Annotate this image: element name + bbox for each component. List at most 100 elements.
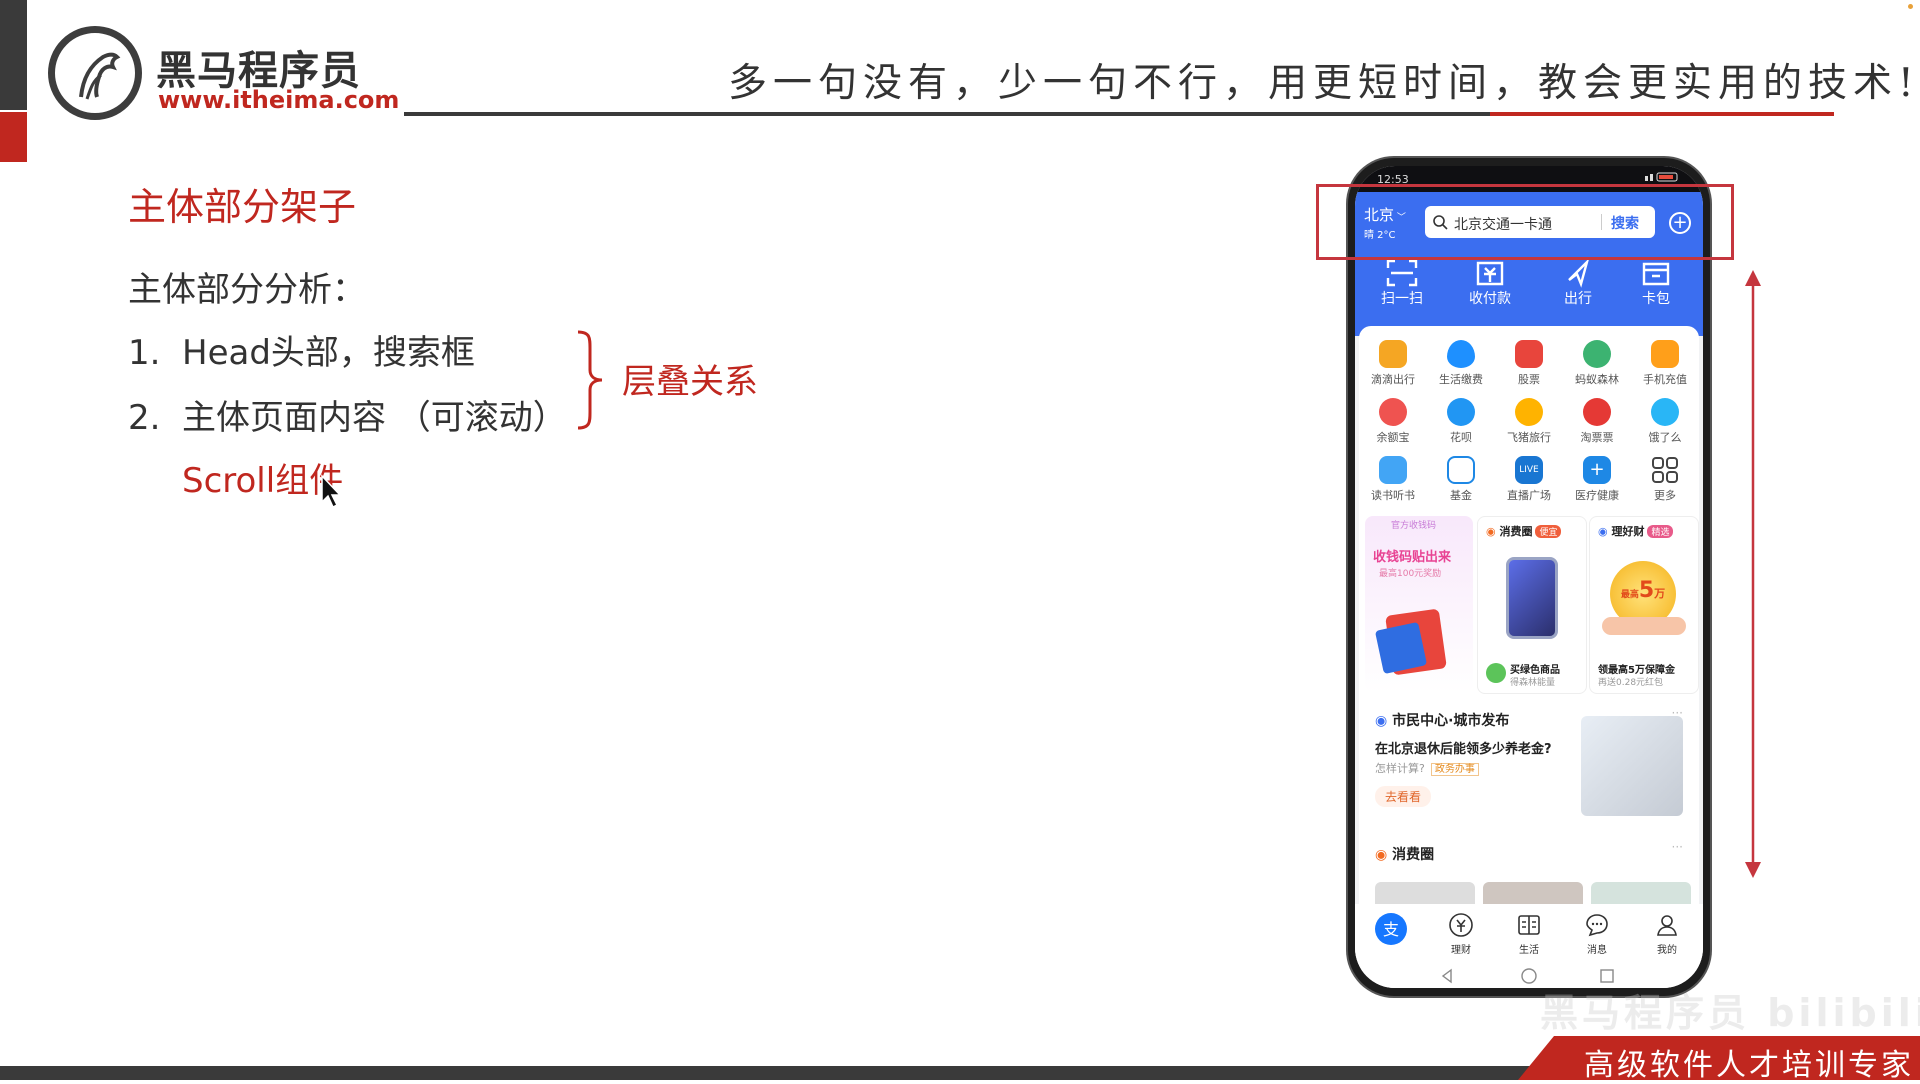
app-label: 滴滴出行	[1371, 373, 1415, 386]
live-tv-icon: LIVE	[1515, 456, 1543, 484]
app-health[interactable]: + 医疗健康	[1563, 456, 1631, 503]
tab-finance[interactable]: 理财	[1433, 912, 1489, 957]
circle-thumbnail	[1375, 882, 1475, 904]
quick-action-wallet[interactable]: 卡包	[1621, 258, 1691, 308]
news-question: 在北京退休后能领多少养老金?	[1375, 742, 1552, 757]
payment-icon	[1476, 261, 1504, 286]
app-label: 淘票票	[1580, 431, 1614, 444]
promo-top-label: 官方收钱码	[1391, 521, 1437, 531]
quick-action-travel[interactable]: 出行	[1543, 258, 1613, 308]
card-title: ◉ 消费圈	[1375, 844, 1434, 864]
app-recharge[interactable]: 手机充值	[1631, 340, 1699, 387]
promo-tag: ◉ 理好财 精选	[1598, 523, 1674, 539]
app-stocks[interactable]: 股票	[1495, 340, 1563, 387]
promo-tag: ◉ 消费圈 便宜	[1486, 523, 1562, 539]
forest-icon	[1583, 340, 1611, 368]
app-yuebao[interactable]: 余额宝	[1359, 398, 1427, 445]
promo-card-finance[interactable]: ◉ 理好财 精选 最高5万 领最高5万保障金 再送0.28元红包	[1589, 516, 1699, 694]
tab-label: 理财	[1451, 945, 1471, 956]
view-button[interactable]: 去看看	[1375, 786, 1432, 807]
app-reading[interactable]: 读书听书	[1359, 456, 1427, 503]
card-title: ◉ 市民中心·城市发布	[1375, 710, 1509, 730]
app-label: 花呗	[1450, 431, 1472, 444]
app-label: 手机充值	[1643, 373, 1687, 386]
coin-icon: ◉	[1486, 525, 1496, 538]
app-fliggy[interactable]: 飞猪旅行	[1495, 398, 1563, 445]
app-more[interactable]: 更多	[1631, 456, 1699, 503]
brand-logo: 黑马程序员 www.itheima.com	[48, 26, 399, 121]
medical-kit-icon: +	[1583, 456, 1611, 484]
app-huabei[interactable]: 花呗	[1427, 398, 1495, 445]
huabei-icon	[1447, 398, 1475, 426]
list-item-number: 2.	[128, 398, 161, 438]
app-label: 基金	[1450, 489, 1472, 502]
app-label: 读书听书	[1371, 489, 1415, 502]
smartphone-product-icon	[1506, 557, 1558, 639]
app-label: 蚂蚁森林	[1575, 373, 1619, 386]
mouse-cursor-icon	[321, 474, 342, 509]
horse-logo-icon	[48, 26, 142, 120]
book-icon	[1379, 456, 1407, 484]
scroll-range-arrow-icon	[1745, 270, 1761, 878]
list-item-number: 1.	[128, 333, 161, 373]
quick-action-label: 卡包	[1642, 291, 1670, 307]
coin-prefix: 最高	[1620, 590, 1639, 600]
app-taopiaopiao[interactable]: 淘票票	[1563, 398, 1631, 445]
promo-card-consumption[interactable]: ◉ 消费圈 便宜 买绿色商品 得森林能量	[1477, 516, 1587, 694]
promo-card-qrcode[interactable]: 官方收钱码 收钱码贴出来 最高100元奖励	[1365, 516, 1473, 692]
promo-tag-text: 消费圈	[1499, 525, 1533, 538]
promo-title: 收钱码贴出来	[1373, 550, 1452, 565]
citizen-news-card[interactable]: ◉ 市民中心·城市发布 ··· 在北京退休后能领多少养老金? 怎样计算? 政务办事…	[1365, 702, 1693, 826]
app-label: 生活缴费	[1439, 373, 1483, 386]
app-bills[interactable]: 生活缴费	[1427, 340, 1495, 387]
consumption-circle-card[interactable]: ◉ 消费圈 ···	[1365, 836, 1693, 904]
coin-amount: 5	[1638, 578, 1655, 603]
quick-action-label: 出行	[1564, 291, 1592, 307]
tab-messages[interactable]: 消息	[1569, 912, 1625, 957]
yuan-icon	[1449, 913, 1473, 937]
more-options-icon[interactable]: ···	[1672, 840, 1683, 854]
phone-screen: 12:53 北京 ﹀ 晴 2°C 北京交通一卡通 搜索 + 扫一扫 收付款 出行…	[1355, 166, 1703, 988]
scan-icon	[1386, 259, 1418, 287]
coin-unit: 万	[1654, 587, 1666, 600]
tab-label: 生活	[1519, 945, 1539, 956]
promo-subtitle: 得森林能量	[1510, 678, 1556, 688]
phone-icon	[1651, 340, 1679, 368]
list-item-text: 主体页面内容 （可滚动）	[182, 398, 567, 438]
app-eleme[interactable]: 饿了么	[1631, 398, 1699, 445]
quick-action-pay[interactable]: 收付款	[1455, 258, 1525, 308]
app-label: 直播广场	[1507, 489, 1551, 502]
app-didi[interactable]: 滴滴出行	[1359, 340, 1427, 387]
qrcode-card-icon	[1374, 621, 1428, 675]
hand-icon	[1602, 617, 1686, 635]
news-subtitle-text: 怎样计算?	[1375, 762, 1425, 775]
promo-subtitle: 再送0.28元红包	[1598, 678, 1664, 688]
quick-action-label: 收付款	[1469, 291, 1511, 307]
header-highlight-box	[1316, 184, 1734, 260]
analysis-heading: 主体部分分析：	[128, 270, 366, 310]
fund-chart-icon	[1447, 456, 1475, 484]
tab-profile[interactable]: 我的	[1639, 912, 1695, 957]
money-bag-icon	[1379, 398, 1407, 426]
battery-icon	[1645, 172, 1678, 182]
app-live[interactable]: LIVE 直播广场	[1495, 456, 1563, 503]
home-nav-icon	[1521, 968, 1537, 984]
tab-home[interactable]: 支	[1363, 912, 1419, 946]
header-divider-accent	[1490, 112, 1834, 116]
app-fund[interactable]: 基金	[1427, 456, 1495, 503]
circle-thumbnail	[1483, 882, 1583, 904]
phone-mockup: 12:53 北京 ﹀ 晴 2°C 北京交通一卡通 搜索 + 扫一扫 收付款 出行…	[1348, 158, 1710, 996]
finance-icon: ◉	[1598, 525, 1608, 538]
travel-icon	[1568, 258, 1590, 288]
quick-action-label: 扫一扫	[1381, 291, 1423, 307]
app-label: 余额宝	[1376, 431, 1410, 444]
life-icon	[1518, 915, 1540, 935]
tab-life[interactable]: 生活	[1501, 912, 1557, 957]
brand-url: www.itheima.com	[158, 86, 400, 114]
stock-chart-icon	[1515, 340, 1543, 368]
coin-icon: ◉	[1375, 847, 1388, 863]
scroll-content[interactable]: 滴滴出行 生活缴费 股票 蚂蚁森林 手机充值 余额宝 花呗 飞猪旅行 淘票票 饿…	[1359, 326, 1699, 904]
quick-action-scan[interactable]: 扫一扫	[1367, 258, 1437, 308]
section-title: 主体部分架子	[128, 185, 357, 229]
app-forest[interactable]: 蚂蚁森林	[1563, 340, 1631, 387]
